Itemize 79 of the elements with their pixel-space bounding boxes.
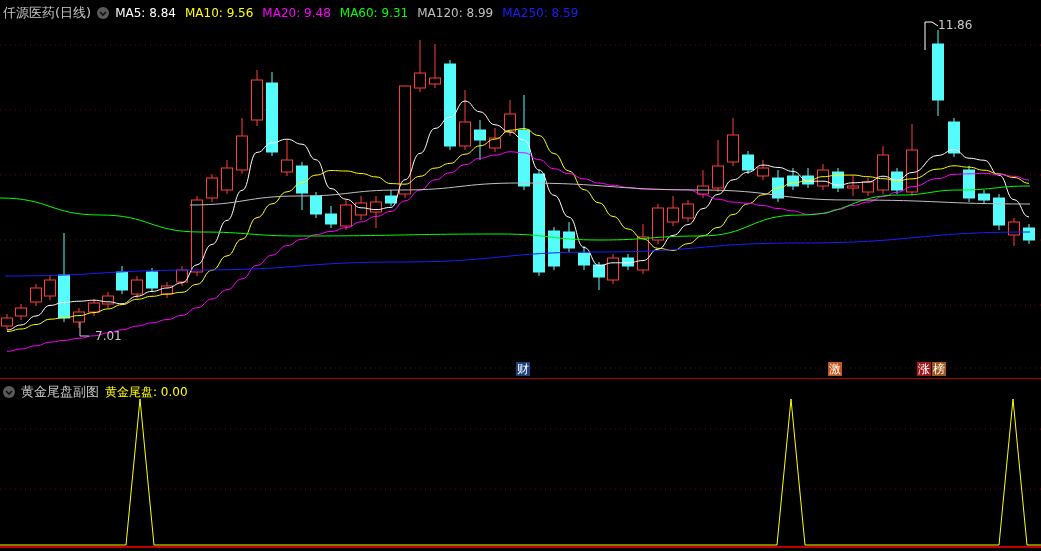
indicator-value: 黄金尾盘: 0.00: [105, 383, 188, 401]
candlestick: [221, 159, 233, 195]
candlestick: [340, 199, 352, 231]
candlestick: [385, 189, 397, 207]
candlestick: [817, 163, 829, 191]
candlestick: [44, 275, 56, 301]
candlestick: [370, 195, 382, 229]
candlestick: [802, 167, 814, 189]
moving-average-value: MA20: 9.48: [262, 6, 331, 20]
event-tag[interactable]: 财: [516, 362, 530, 376]
candlestick: [30, 283, 42, 307]
candlestick: [727, 117, 739, 167]
candlestick: [489, 127, 501, 153]
candlestick: [281, 139, 293, 177]
candlestick: [948, 117, 960, 158]
candlestick: [578, 245, 590, 271]
candlestick: [176, 265, 188, 287]
event-tag[interactable]: 榜: [932, 362, 946, 376]
leader-line: [924, 21, 939, 51]
candlestick: [667, 195, 679, 227]
event-tag[interactable]: 激: [828, 362, 842, 376]
candlestick: [607, 253, 619, 285]
candlestick: [325, 205, 337, 229]
candlestick: [131, 275, 143, 299]
candlestick: [682, 199, 694, 223]
high-price-label: 11.86: [938, 18, 973, 32]
candlestick: [414, 39, 426, 93]
candlestick: [697, 169, 709, 199]
candlestick: [757, 159, 769, 181]
candlestick: [563, 221, 575, 253]
candlestick: [88, 298, 100, 317]
low-price-label: 7.01: [95, 329, 122, 343]
candlestick: [459, 89, 471, 151]
candlestick: [429, 43, 441, 89]
candlestick: [993, 193, 1005, 231]
candlestick: [862, 177, 874, 197]
candlestick: [548, 226, 560, 271]
candlestick: [832, 167, 844, 193]
candlestick: [847, 175, 859, 197]
chart-title: 仟源医药(日线): [3, 4, 92, 22]
moving-average-value: MA5: 8.84: [115, 6, 176, 20]
event-tag[interactable]: 涨: [917, 362, 931, 376]
candlestick: [891, 167, 903, 195]
candlestick: [787, 167, 799, 191]
candlestick: [251, 69, 263, 127]
candlestick: [1023, 223, 1035, 245]
candlestick: [236, 117, 248, 175]
dropdown-icon[interactable]: [97, 7, 110, 19]
indicator-title: 黄金尾盘副图: [21, 383, 99, 401]
candlestick: [742, 150, 754, 175]
dropdown-icon[interactable]: [3, 386, 15, 398]
candlestick: [772, 169, 784, 203]
candlestick: [637, 223, 649, 275]
candlestick: [146, 267, 158, 293]
moving-average-value: MA60: 9.31: [339, 6, 409, 20]
candlestick: [161, 281, 173, 299]
candlestick: [963, 165, 975, 203]
candlestick: [712, 139, 724, 193]
candlestick: [652, 203, 664, 245]
candlestick: [877, 145, 889, 195]
candlestick: [102, 291, 114, 309]
candlestick: [15, 303, 27, 321]
candlestick: [206, 173, 218, 203]
candlestick: [1, 313, 13, 331]
candlestick: [1008, 217, 1020, 247]
candlestick: [355, 195, 367, 221]
candlestick: [474, 119, 486, 161]
moving-average-value: MA120: 8.99: [417, 6, 494, 20]
candlestick: [978, 189, 990, 205]
moving-average-value: MA250: 8.59: [502, 6, 579, 20]
candlestick: [296, 161, 308, 211]
candlestick: [622, 253, 634, 271]
moving-average-value: MA10: 9.56: [184, 6, 254, 20]
candlestick: [116, 265, 128, 295]
candlestick: [593, 261, 605, 291]
leader-line: [79, 321, 90, 337]
candlestick: [73, 307, 85, 329]
candlestick: [310, 191, 322, 219]
candlestick: [504, 99, 516, 137]
